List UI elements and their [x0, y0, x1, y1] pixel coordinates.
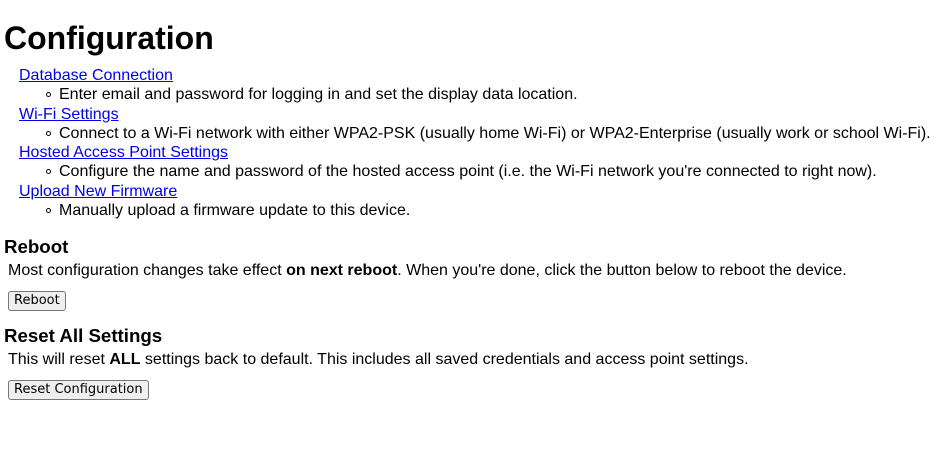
- list-item: Hosted Access Point Settings Configure t…: [19, 143, 944, 182]
- bullet-circle-icon: [46, 92, 51, 98]
- reset-configuration-button[interactable]: Reset Configuration: [8, 380, 149, 401]
- reset-heading: Reset All Settings: [4, 325, 163, 347]
- reboot-button[interactable]: Reboot: [8, 291, 66, 312]
- database-connection-link[interactable]: Database Connection: [19, 67, 173, 84]
- list-item: Database Connection Enter email and pass…: [19, 66, 944, 105]
- link-description: Enter email and password for logging in …: [46, 85, 944, 104]
- reboot-heading: Reboot: [4, 236, 69, 258]
- config-link-list: Database Connection Enter email and pass…: [4, 66, 944, 220]
- bullet-circle-icon: [46, 130, 51, 136]
- upload-new-firmware-link[interactable]: Upload New Firmware: [19, 183, 177, 200]
- link-description: Manually upload a firmware update to thi…: [46, 201, 944, 220]
- wifi-settings-link[interactable]: Wi-Fi Settings: [19, 106, 119, 123]
- list-item: Wi-Fi Settings Connect to a Wi-Fi networ…: [19, 105, 944, 144]
- link-description: Configure the name and password of the h…: [46, 162, 944, 181]
- hosted-access-point-settings-link[interactable]: Hosted Access Point Settings: [19, 144, 228, 161]
- reset-description: This will reset ALL settings back to def…: [8, 351, 749, 369]
- bullet-circle-icon: [46, 169, 51, 175]
- configuration-page: Configuration Database Connection Enter …: [0, 0, 944, 450]
- bullet-circle-icon: [46, 208, 51, 214]
- page-title: Configuration: [4, 20, 214, 56]
- reboot-description: Most configuration changes take effect o…: [8, 262, 847, 280]
- link-description: Connect to a Wi-Fi network with either W…: [46, 124, 944, 143]
- list-item: Upload New Firmware Manually upload a fi…: [19, 182, 944, 221]
